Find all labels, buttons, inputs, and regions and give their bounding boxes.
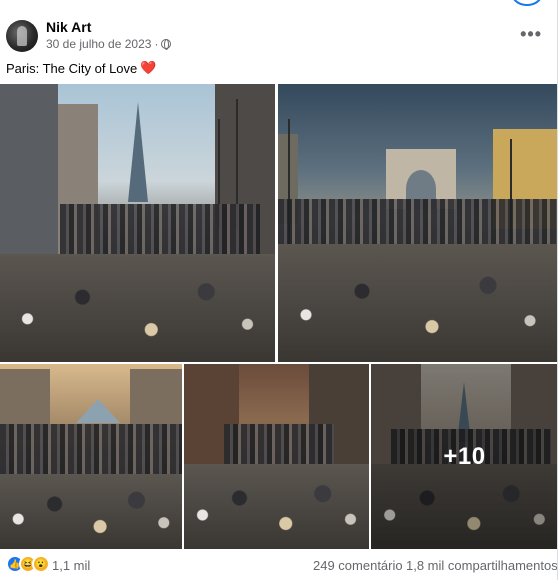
post-card: Nik Art 30 de julho de 2023 · ••• Paris:… xyxy=(0,0,558,580)
gallery-photo-3[interactable] xyxy=(0,364,182,549)
post-header: Nik Art 30 de julho de 2023 · ••• xyxy=(0,0,558,56)
reaction-count[interactable]: 1,1 mil xyxy=(52,558,90,573)
meta-separator: · xyxy=(154,37,159,51)
gallery-photo-2[interactable] xyxy=(278,84,558,362)
gallery-photo-5-more[interactable]: +10 xyxy=(371,364,558,549)
post-caption: Paris: The City of Love ❤️ xyxy=(6,60,156,76)
heart-icon: ❤️ xyxy=(140,60,157,75)
post-date[interactable]: 30 de julho de 2023 xyxy=(46,37,151,51)
globe-icon[interactable] xyxy=(161,39,172,50)
post-footer: 👍 😆 😮 1,1 mil 249 comentário 1,8 mil com… xyxy=(0,550,558,580)
more-options-button[interactable]: ••• xyxy=(520,24,542,45)
comments-count[interactable]: 249 comentário xyxy=(313,558,403,573)
reaction-icons[interactable]: 👍 😆 😮 xyxy=(6,555,50,573)
shares-count[interactable]: 1,8 mil compartilhamentos xyxy=(406,558,558,573)
wow-icon: 😮 xyxy=(32,555,50,573)
author-name[interactable]: Nik Art xyxy=(46,19,91,35)
gallery-photo-1[interactable] xyxy=(0,84,275,362)
post-meta: 30 de julho de 2023 · xyxy=(46,37,172,51)
gallery-photo-4[interactable] xyxy=(184,364,369,549)
top-partial-button[interactable] xyxy=(510,0,544,6)
avatar[interactable] xyxy=(6,20,38,52)
caption-text: Paris: The City of Love xyxy=(6,60,138,76)
more-photos-count[interactable]: +10 xyxy=(371,364,558,549)
